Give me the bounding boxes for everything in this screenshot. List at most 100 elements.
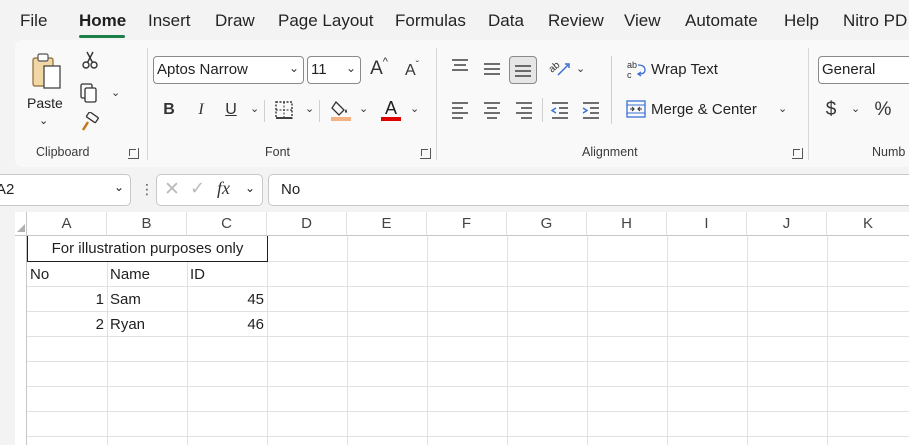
- cell-a2[interactable]: No: [27, 262, 107, 286]
- align-left-icon[interactable]: [450, 101, 470, 119]
- column-header-i[interactable]: I: [667, 212, 747, 236]
- bold-button[interactable]: B: [159, 98, 179, 122]
- name-box[interactable]: A2 ⌄: [0, 174, 131, 206]
- align-center-icon[interactable]: [482, 101, 502, 119]
- formula-controls: ✕ ✓ fx ⌄: [156, 174, 263, 206]
- underline-button[interactable]: U: [221, 98, 241, 122]
- merged-title-cell[interactable]: For illustration purposes only: [27, 236, 268, 262]
- borders-dropdown-chevron-icon[interactable]: ⌄: [305, 102, 314, 115]
- decrease-indent-icon[interactable]: [550, 101, 570, 119]
- formula-bar: A2 ⌄ ⋮ ✕ ✓ fx ⌄ No: [0, 174, 909, 206]
- format-painter-icon[interactable]: [79, 112, 101, 134]
- enter-check-icon[interactable]: ✓: [190, 178, 205, 199]
- cell-a3[interactable]: 1: [27, 287, 107, 311]
- font-dialog-launcher-icon[interactable]: [420, 148, 431, 159]
- name-box-value: A2: [0, 181, 15, 198]
- cell-b3[interactable]: Sam: [107, 287, 187, 311]
- ribbon: Paste ⌄ ⌄ Clipboard Aptos Narrow ⌄ 11 ⌄ …: [15, 40, 909, 167]
- orientation-icon[interactable]: ab: [548, 57, 572, 79]
- cell-c4[interactable]: 46: [187, 312, 267, 336]
- tab-home[interactable]: Home: [79, 11, 126, 31]
- cell-c3[interactable]: 45: [187, 287, 267, 311]
- worksheet-grid[interactable]: A B C D E F G H I J K For illustration p…: [15, 212, 909, 445]
- merge-dropdown-chevron-icon[interactable]: ⌄: [778, 102, 787, 115]
- insert-function-icon[interactable]: fx: [217, 178, 230, 199]
- wrap-text-button[interactable]: ab c Wrap Text: [626, 58, 736, 82]
- number-format-select[interactable]: General: [818, 56, 909, 84]
- cell-a4[interactable]: 2: [27, 312, 107, 336]
- column-header-d[interactable]: D: [267, 212, 347, 236]
- font-name-value: Aptos Narrow: [157, 61, 248, 78]
- column-header-f[interactable]: F: [427, 212, 507, 236]
- tab-nitro-pdf[interactable]: Nitro PD: [843, 11, 907, 31]
- italic-button[interactable]: I: [191, 98, 211, 122]
- tab-review[interactable]: Review: [548, 11, 604, 31]
- currency-dropdown-chevron-icon[interactable]: ⌄: [851, 102, 860, 115]
- alignment-dialog-launcher-icon[interactable]: [792, 148, 803, 159]
- svg-text:c: c: [627, 70, 632, 80]
- paste-label: Paste: [27, 95, 63, 111]
- formula-input[interactable]: No: [268, 174, 909, 206]
- paste-button[interactable]: Paste ⌄: [27, 50, 67, 130]
- merge-center-button[interactable]: Merge & Center: [626, 98, 791, 122]
- tab-page-layout[interactable]: Page Layout: [278, 11, 373, 31]
- font-color-dropdown-chevron-icon[interactable]: ⌄: [410, 102, 419, 115]
- number-group-label: Numb: [872, 145, 906, 159]
- column-header-a[interactable]: A: [27, 212, 107, 236]
- tab-help[interactable]: Help: [784, 11, 819, 31]
- chevron-down-icon[interactable]: ⌄: [114, 180, 124, 194]
- top-align-icon[interactable]: [450, 58, 470, 74]
- percent-style-button[interactable]: %: [872, 98, 894, 122]
- cell-b2[interactable]: Name: [107, 262, 187, 286]
- cancel-icon[interactable]: ✕: [164, 178, 180, 201]
- chevron-down-icon: ⌄: [288, 61, 299, 75]
- merge-center-label: Merge & Center: [651, 101, 757, 118]
- clipboard-dialog-launcher-icon[interactable]: [128, 148, 139, 159]
- cut-icon[interactable]: [80, 50, 100, 70]
- font-color-button[interactable]: A: [381, 98, 403, 122]
- align-right-icon[interactable]: [514, 101, 534, 119]
- chevron-down-icon[interactable]: ⌄: [245, 181, 255, 195]
- decrease-font-size-button[interactable]: Aˇ: [401, 60, 423, 82]
- font-size-select[interactable]: 11 ⌄: [307, 56, 361, 84]
- group-divider: [436, 48, 437, 160]
- tab-view[interactable]: View: [624, 11, 661, 31]
- font-color-swatch: [381, 117, 401, 121]
- tab-automate[interactable]: Automate: [685, 11, 758, 31]
- column-header-b[interactable]: B: [107, 212, 187, 236]
- column-header-e[interactable]: E: [347, 212, 427, 236]
- fill-color-icon[interactable]: [330, 98, 352, 122]
- orientation-dropdown-chevron-icon[interactable]: ⌄: [576, 62, 585, 75]
- tab-file[interactable]: File: [20, 11, 47, 31]
- cell-c2[interactable]: ID: [187, 262, 267, 286]
- borders-icon[interactable]: [274, 100, 294, 120]
- tab-insert[interactable]: Insert: [148, 11, 191, 31]
- number-format-value: General: [822, 61, 876, 78]
- ribbon-tab-bar: File Home Insert Draw Page Layout Formul…: [0, 0, 909, 44]
- column-header-j[interactable]: J: [747, 212, 827, 236]
- more-options-icon[interactable]: ⋮: [140, 181, 154, 198]
- increase-font-size-button[interactable]: A ^: [368, 56, 390, 80]
- paste-icon: [32, 53, 61, 89]
- currency-format-button[interactable]: $: [822, 98, 840, 122]
- copy-icon[interactable]: [79, 82, 99, 104]
- tab-formulas[interactable]: Formulas: [395, 11, 466, 31]
- bottom-align-button[interactable]: [509, 56, 537, 84]
- increase-indent-icon[interactable]: [581, 101, 601, 119]
- row-header-strip[interactable]: [15, 236, 27, 445]
- select-all-corner[interactable]: [15, 212, 27, 236]
- underline-dropdown-chevron-icon[interactable]: ⌄: [250, 102, 259, 115]
- svg-text:ab: ab: [627, 60, 637, 70]
- column-header-h[interactable]: H: [587, 212, 667, 236]
- fill-color-dropdown-chevron-icon[interactable]: ⌄: [359, 102, 368, 115]
- font-name-select[interactable]: Aptos Narrow ⌄: [153, 56, 304, 84]
- chevron-down-icon: ⌄: [39, 115, 49, 127]
- column-header-c[interactable]: C: [187, 212, 267, 236]
- column-header-g[interactable]: G: [507, 212, 587, 236]
- middle-align-icon[interactable]: [482, 61, 502, 77]
- copy-dropdown-chevron-icon[interactable]: ⌄: [111, 86, 120, 99]
- tab-draw[interactable]: Draw: [215, 11, 255, 31]
- tab-data[interactable]: Data: [488, 11, 524, 31]
- cell-b4[interactable]: Ryan: [107, 312, 187, 336]
- column-header-k[interactable]: K: [827, 212, 909, 236]
